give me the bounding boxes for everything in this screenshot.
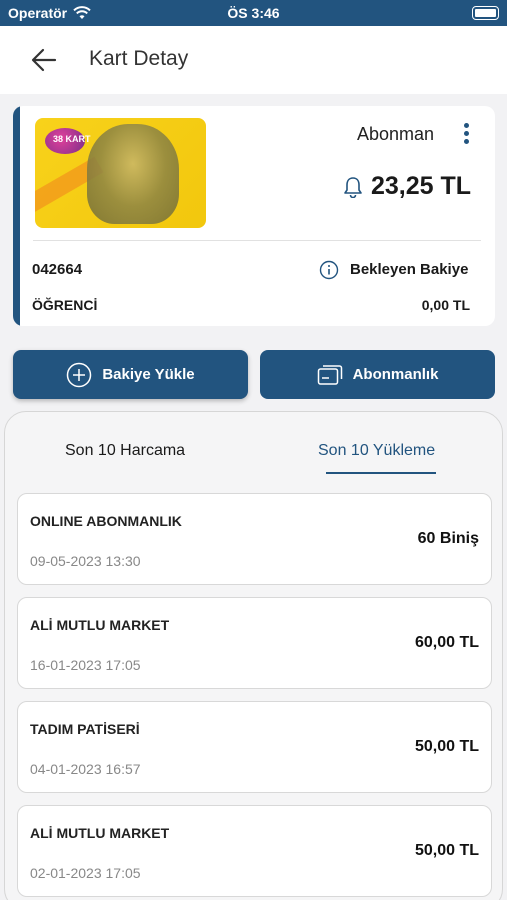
arrow-left-icon[interactable] (30, 46, 58, 74)
transaction-name: ALİ MUTLU MARKET (30, 617, 170, 633)
card-type: Abonman (357, 124, 435, 144)
card-divider (33, 240, 481, 241)
transaction-amount: 60 Biniş (417, 530, 479, 547)
plus-circle-icon (67, 362, 92, 387)
battery-icon (472, 6, 499, 20)
page-title: Kart Detay (89, 47, 189, 70)
transaction-item[interactable]: ONLINE ABONMANLIK 09-05-2023 13:30 60 Bi… (17, 493, 492, 585)
card-logo-text: 38 KART (53, 134, 91, 144)
card-category: ÖĞRENCİ (32, 297, 98, 313)
active-tab-indicator (326, 472, 436, 474)
transaction-date: 09-05-2023 13:30 (30, 553, 141, 569)
transaction-item[interactable]: TADIM PATİSERİ 04-01-2023 16:57 50,00 TL (17, 701, 492, 793)
card-panel[interactable]: 38 KART Abonman 23,25 TL 042664 Bekleyen… (13, 106, 495, 326)
status-time: ÖS 3:46 (227, 5, 280, 21)
transaction-name: TADIM PATİSERİ (30, 721, 140, 737)
transaction-amount: 50,00 TL (414, 738, 479, 755)
card-accent-bar (13, 106, 20, 326)
tab-spending[interactable]: Son 10 Harcama (65, 442, 185, 460)
subscription-button[interactable]: Abonmanlık (260, 350, 495, 399)
transaction-item[interactable]: ALİ MUTLU MARKET 16-01-2023 17:05 60,00 … (17, 597, 492, 689)
tab-loading[interactable]: Son 10 Yükleme (318, 442, 435, 460)
transaction-item[interactable]: ALİ MUTLU MARKET 02-01-2023 17:05 50,00 … (17, 805, 492, 897)
transaction-amount: 50,00 TL (414, 842, 479, 859)
info-icon[interactable] (319, 260, 339, 280)
transaction-amount: 60,00 TL (414, 634, 479, 651)
transaction-date: 16-01-2023 17:05 (30, 657, 141, 673)
load-balance-button[interactable]: Bakiye Yükle (13, 350, 248, 399)
header: Kart Detay (0, 26, 507, 94)
history-panel: Son 10 Harcama Son 10 Yükleme ONLINE ABO… (4, 411, 503, 900)
subscription-label: Abonmanlık (352, 366, 439, 383)
card-balance: 23,25 TL (371, 172, 472, 200)
card-image: 38 KART (35, 118, 206, 228)
card-icon (317, 364, 342, 385)
transaction-name: ALİ MUTLU MARKET (30, 825, 170, 841)
load-balance-label: Bakiye Yükle (102, 366, 195, 383)
pending-balance-label: Bekleyen Bakiye (350, 261, 469, 278)
transaction-date: 02-01-2023 17:05 (30, 865, 141, 881)
pending-balance-value: 0,00 TL (421, 297, 470, 313)
transaction-date: 04-01-2023 16:57 (30, 761, 141, 777)
card-image-portrait (87, 124, 179, 224)
transaction-name: ONLINE ABONMANLIK (30, 513, 182, 529)
status-bar: Operatör ÖS 3:46 (0, 0, 507, 26)
more-vertical-icon[interactable] (462, 123, 470, 147)
card-number: 042664 (32, 261, 83, 278)
bell-icon[interactable] (343, 176, 363, 198)
